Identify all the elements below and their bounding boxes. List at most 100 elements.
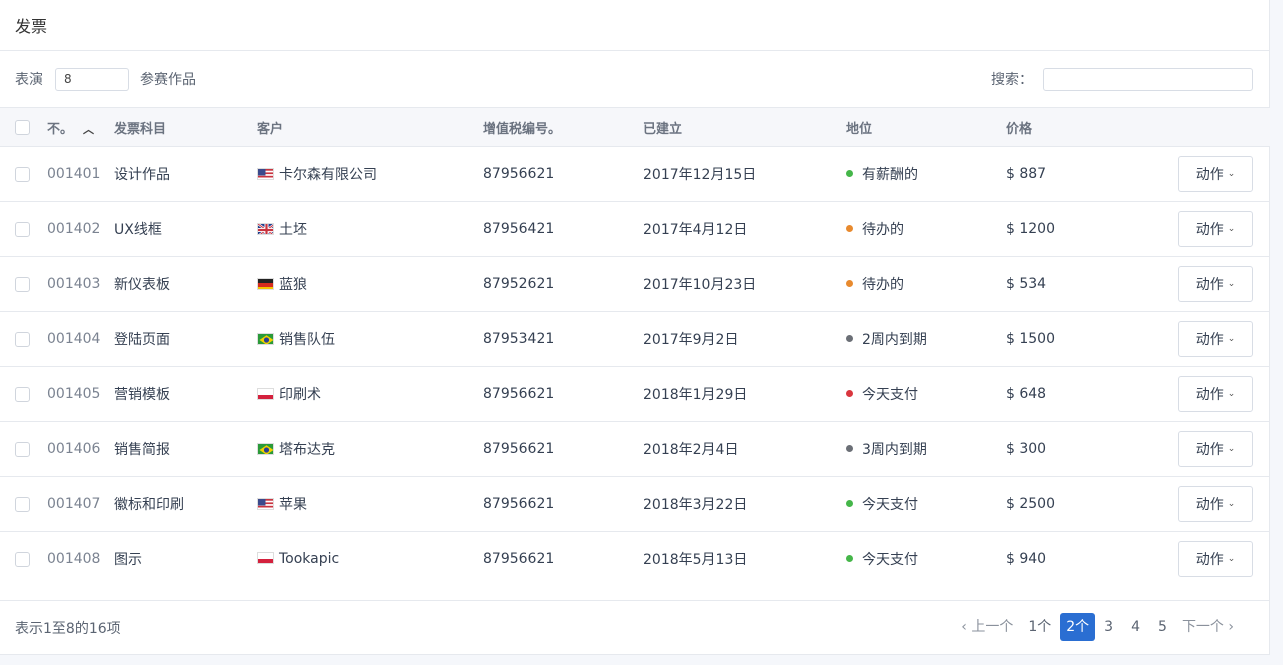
de-flag-icon: [257, 278, 274, 290]
column-header-subject[interactable]: 发票科目: [114, 108, 257, 147]
created-date: 2018年1月29日: [643, 367, 846, 422]
chevron-down-icon: ⌄: [1228, 279, 1236, 289]
page-button-2[interactable]: 2个: [1060, 613, 1095, 641]
client-name: 蓝狼: [279, 277, 307, 293]
client-cell: 销售队伍: [257, 312, 483, 367]
client-name: 苹果: [279, 497, 307, 513]
status-cell: 待办的: [846, 202, 1006, 257]
row-checkbox[interactable]: [15, 167, 30, 182]
client-cell: 土坯: [257, 202, 483, 257]
invoice-number: 001406: [47, 422, 114, 477]
entries-count-input[interactable]: [55, 68, 129, 91]
price: $ 648: [1006, 367, 1178, 422]
us-flag-icon: [257, 168, 274, 180]
status-cell: 2周内到期: [846, 312, 1006, 367]
table-row: 001407 徽标和印刷 苹果 87956621 2018年3月22日 今天支付…: [0, 477, 1270, 532]
row-checkbox[interactable]: [15, 332, 30, 347]
row-checkbox[interactable]: [15, 442, 30, 457]
action-dropdown-button[interactable]: 动作⌄: [1178, 376, 1253, 412]
chevron-down-icon: ⌄: [1228, 389, 1236, 399]
page-title: 发票: [15, 13, 47, 37]
show-entries-label: 表演: [15, 69, 43, 89]
uk-flag-icon: [257, 223, 274, 235]
column-header-price[interactable]: 价格: [1006, 108, 1178, 147]
row-checkbox[interactable]: [15, 387, 30, 402]
chevron-down-icon: ⌄: [1228, 554, 1236, 564]
invoice-subject: 销售简报: [114, 422, 257, 477]
table-row: 001405 营销模板 印刷术 87956621 2018年1月29日 今天支付…: [0, 367, 1270, 422]
table-header-row: 不。︿ 发票科目 客户 增值税编号。 已建立 地位 价格: [0, 108, 1270, 147]
page-button-3[interactable]: 3: [1095, 613, 1122, 641]
page-button-1[interactable]: 1个: [1019, 613, 1060, 641]
status-dot-icon: [846, 445, 853, 452]
vat-number: 87953421: [483, 312, 643, 367]
created-date: 2018年2月4日: [643, 422, 846, 477]
pl-flag-icon: [257, 552, 274, 564]
search-input[interactable]: [1043, 68, 1253, 91]
table-footer: 表示1至8的16项 ‹ 上一个 1个 2个 3 4 5 下一个 ›: [0, 600, 1270, 655]
row-checkbox[interactable]: [15, 497, 30, 512]
invoice-number: 001404: [47, 312, 114, 367]
price: $ 2500: [1006, 477, 1178, 532]
client-name: 印刷术: [279, 387, 321, 403]
select-all-checkbox[interactable]: [15, 120, 30, 135]
card-header: 发票: [0, 0, 1269, 51]
price: $ 1500: [1006, 312, 1178, 367]
table-row: 001404 登陆页面 销售队伍 87953421 2017年9月2日 2周内到…: [0, 312, 1270, 367]
vat-number: 87956421: [483, 202, 643, 257]
invoice-subject: 设计作品: [114, 147, 257, 202]
entries-suffix-label: 参赛作品: [140, 69, 196, 89]
action-dropdown-button[interactable]: 动作⌄: [1178, 431, 1253, 467]
created-date: 2017年12月15日: [643, 147, 846, 202]
status-text: 待办的: [862, 277, 904, 293]
row-checkbox[interactable]: [15, 222, 30, 237]
next-page-button[interactable]: 下一个 ›: [1176, 613, 1240, 641]
status-dot-icon: [846, 390, 853, 397]
client-cell: 印刷术: [257, 367, 483, 422]
chevron-down-icon: ⌄: [1228, 224, 1236, 234]
sort-ascending-icon[interactable]: ︿: [83, 121, 94, 137]
action-dropdown-button[interactable]: 动作⌄: [1178, 156, 1253, 192]
row-checkbox[interactable]: [15, 552, 30, 567]
invoice-subject: 登陆页面: [114, 312, 257, 367]
invoice-number: 001401: [47, 147, 114, 202]
status-text: 今天支付: [862, 497, 918, 513]
page-button-4[interactable]: 4: [1122, 613, 1149, 641]
table-row: 001403 新仪表板 蓝狼 87952621 2017年10月23日 待办的 …: [0, 257, 1270, 312]
client-cell: 苹果: [257, 477, 483, 532]
invoice-subject: 图示: [114, 532, 257, 587]
vat-number: 87956621: [483, 147, 643, 202]
status-dot-icon: [846, 225, 853, 232]
invoices-table: 不。︿ 发票科目 客户 增值税编号。 已建立 地位 价格 001401 设计作品…: [0, 107, 1270, 587]
price: $ 534: [1006, 257, 1178, 312]
br-flag-icon: [257, 443, 274, 455]
status-text: 待办的: [862, 222, 904, 238]
column-header-vat[interactable]: 增值税编号。: [483, 108, 643, 147]
created-date: 2018年5月13日: [643, 532, 846, 587]
action-dropdown-button[interactable]: 动作⌄: [1178, 266, 1253, 302]
action-dropdown-button[interactable]: 动作⌄: [1178, 486, 1253, 522]
invoice-number: 001407: [47, 477, 114, 532]
action-dropdown-button[interactable]: 动作⌄: [1178, 541, 1253, 577]
column-header-created[interactable]: 已建立: [643, 108, 846, 147]
column-header-no[interactable]: 不。︿: [47, 108, 114, 147]
invoice-subject: 徽标和印刷: [114, 477, 257, 532]
chevron-down-icon: ⌄: [1228, 499, 1236, 509]
row-checkbox[interactable]: [15, 277, 30, 292]
price: $ 1200: [1006, 202, 1178, 257]
price: $ 940: [1006, 532, 1178, 587]
table-row: 001401 设计作品 卡尔森有限公司 87956621 2017年12月15日…: [0, 147, 1270, 202]
vat-number: 87956621: [483, 422, 643, 477]
page-button-5[interactable]: 5: [1149, 613, 1176, 641]
us-flag-icon: [257, 498, 274, 510]
action-dropdown-button[interactable]: 动作⌄: [1178, 211, 1253, 247]
client-name: 销售队伍: [279, 332, 335, 348]
prev-page-button[interactable]: ‹ 上一个: [955, 613, 1019, 641]
invoice-number: 001403: [47, 257, 114, 312]
chevron-down-icon: ⌄: [1228, 444, 1236, 454]
column-header-client[interactable]: 客户: [257, 108, 483, 147]
action-dropdown-button[interactable]: 动作⌄: [1178, 321, 1253, 357]
invoice-subject: 新仪表板: [114, 257, 257, 312]
status-text: 今天支付: [862, 552, 918, 568]
column-header-status[interactable]: 地位: [846, 108, 1006, 147]
